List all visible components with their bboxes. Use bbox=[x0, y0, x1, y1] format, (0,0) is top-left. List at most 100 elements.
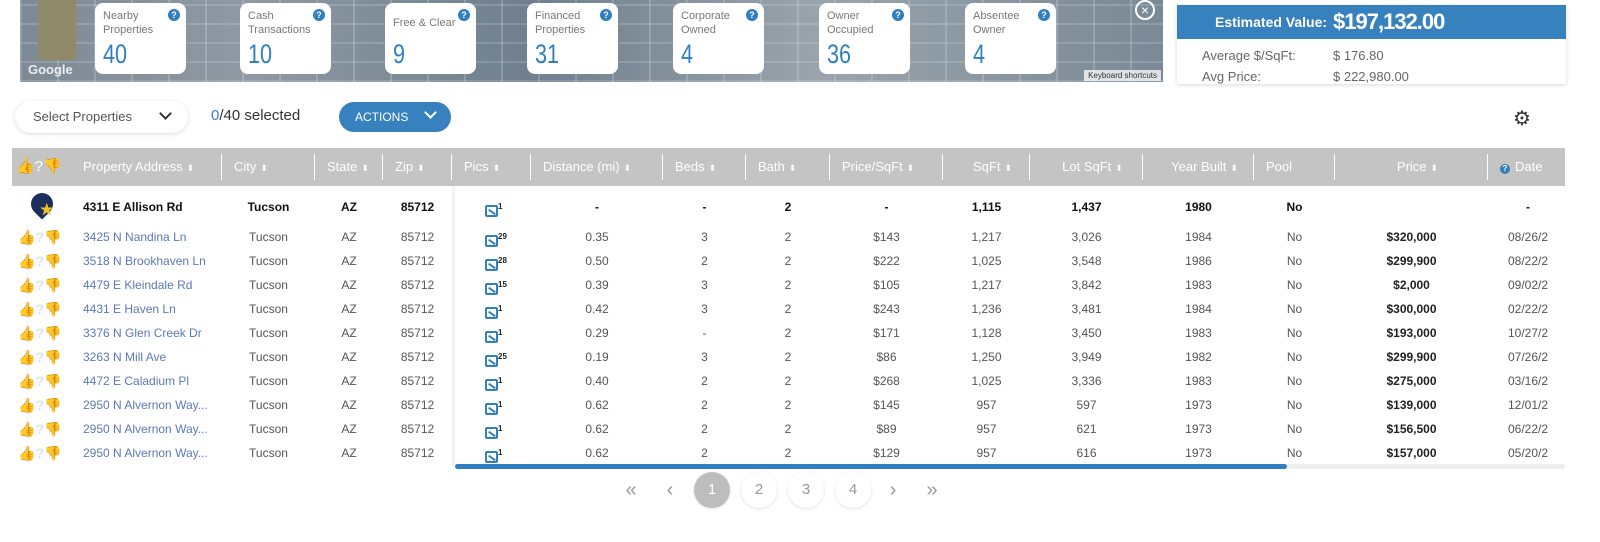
table-row[interactable]: 👍?👎 3263 N Mill Ave Tucson AZ 85712 25 0.19 3 2 $… bbox=[12, 345, 1565, 369]
column-header-bath[interactable]: Bath ⬍ bbox=[746, 148, 830, 186]
cell-address[interactable]: 2950 N Alvernon Way... bbox=[78, 441, 222, 465]
sort-icon[interactable]: ⬍ bbox=[907, 163, 915, 173]
sort-icon[interactable]: ⬍ bbox=[1004, 163, 1012, 173]
keyboard-shortcuts-link[interactable]: Keyboard shortcuts bbox=[1084, 70, 1161, 81]
prev-page-button[interactable]: ‹ bbox=[652, 472, 688, 508]
thumbs-down-icon[interactable]: 👎 bbox=[44, 228, 61, 246]
table-row[interactable]: 👍?👎 3518 N Brookhaven Ln Tucson AZ 85712 28 0.… bbox=[12, 249, 1565, 273]
scrollbar-thumb[interactable] bbox=[455, 464, 1287, 469]
question-icon[interactable]: ? bbox=[35, 324, 44, 342]
sort-icon[interactable]: ⬍ bbox=[493, 163, 501, 173]
table-row[interactable]: 👍?👎 2950 N Alvernon Way... Tucson AZ 85712 1 0… bbox=[12, 393, 1565, 417]
first-page-button[interactable]: « bbox=[613, 472, 649, 508]
cell-address[interactable]: 3425 N Nandina Ln bbox=[78, 225, 222, 249]
thumbs-down-icon[interactable]: 👎 bbox=[44, 276, 61, 294]
close-icon[interactable]: × bbox=[1135, 0, 1155, 20]
photos-link[interactable]: 1 bbox=[452, 321, 531, 345]
sort-icon[interactable]: ⬍ bbox=[1230, 163, 1238, 173]
column-header-sqft[interactable]: SqFt ⬍ bbox=[943, 148, 1030, 186]
column-header-price-sqft[interactable]: Price/SqFt ⬍ bbox=[830, 148, 943, 186]
help-icon[interactable]: ? bbox=[892, 9, 904, 21]
thumbs-up-icon[interactable]: 👍 bbox=[18, 252, 35, 270]
cell-address[interactable]: 3263 N Mill Ave bbox=[78, 345, 222, 369]
page-3-button[interactable]: 3 bbox=[788, 472, 824, 508]
table-row[interactable]: 👍?👎 3425 N Nandina Ln Tucson AZ 85712 29 0.35 3… bbox=[12, 225, 1565, 249]
column-header-state[interactable]: State ⬍ bbox=[315, 148, 383, 186]
select-properties-dropdown[interactable]: Select Properties bbox=[15, 101, 188, 133]
help-icon[interactable]: ? bbox=[168, 9, 180, 21]
help-icon[interactable]: ? bbox=[600, 9, 612, 21]
table-row[interactable]: 👍?👎 4431 E Haven Ln Tucson AZ 85712 1 0.42 3 2 $2… bbox=[12, 297, 1565, 321]
table-row[interactable]: 👍?👎 2950 N Alvernon Way... Tucson AZ 85712 1 0… bbox=[12, 441, 1565, 465]
thumbs-down-icon[interactable]: 👎 bbox=[44, 324, 61, 342]
cell-address[interactable]: 3376 N Glen Creek Dr bbox=[78, 321, 222, 345]
help-icon[interactable]: ? bbox=[1038, 9, 1050, 21]
photos-link[interactable]: 1 bbox=[452, 393, 531, 417]
cell-address[interactable]: 4431 E Haven Ln bbox=[78, 297, 222, 321]
help-icon[interactable]: ? bbox=[746, 9, 758, 21]
sort-icon[interactable]: ⬍ bbox=[260, 163, 268, 173]
stat-card[interactable]: Owner Occupied 36? bbox=[819, 3, 910, 74]
question-icon[interactable]: ? bbox=[35, 300, 44, 318]
cell-address[interactable]: 2950 N Alvernon Way... bbox=[78, 417, 222, 441]
page-2-button[interactable]: 2 bbox=[741, 472, 777, 508]
actions-button[interactable]: ACTIONS bbox=[339, 102, 451, 132]
stat-card[interactable]: Corporate Owned 4? bbox=[673, 3, 764, 74]
column-header-year-built[interactable]: Year Built ⬍ bbox=[1143, 148, 1254, 186]
thumbs-up-icon[interactable]: 👍 bbox=[18, 444, 35, 462]
sort-icon[interactable]: ⬍ bbox=[789, 163, 797, 173]
photos-link[interactable]: 1 bbox=[452, 297, 531, 321]
cell-address[interactable]: 2950 N Alvernon Way... bbox=[78, 393, 222, 417]
question-icon[interactable]: ? bbox=[35, 276, 44, 294]
thumbs-up-icon[interactable]: 👍 bbox=[18, 348, 35, 366]
photos-link[interactable]: 25 bbox=[452, 345, 531, 369]
column-header-lot-sqft[interactable]: Lot SqFt ⬍ bbox=[1030, 148, 1143, 186]
stat-card[interactable]: Nearby Properties 40? bbox=[95, 3, 186, 74]
question-icon[interactable]: ? bbox=[35, 396, 44, 414]
thumbs-down-icon[interactable]: 👎 bbox=[44, 372, 61, 390]
photos-link[interactable]: 1 bbox=[452, 417, 531, 441]
thumbs-down-icon[interactable]: 👎 bbox=[44, 348, 61, 366]
table-row[interactable]: 👍?👎 3376 N Glen Creek Dr Tucson AZ 85712 1 0.2… bbox=[12, 321, 1565, 345]
sort-icon[interactable]: ⬍ bbox=[624, 163, 632, 173]
sort-icon[interactable]: ⬍ bbox=[709, 163, 717, 173]
help-icon[interactable]: ? bbox=[458, 9, 470, 21]
question-icon[interactable]: ? bbox=[35, 348, 44, 366]
column-header-zip[interactable]: Zip ⬍ bbox=[383, 148, 452, 186]
question-icon[interactable]: ? bbox=[35, 420, 44, 438]
column-header-date[interactable]: ? Date bbox=[1488, 148, 1568, 186]
thumbs-up-icon[interactable]: 👍 bbox=[18, 228, 35, 246]
stat-card[interactable]: Financed Properties 31? bbox=[527, 3, 618, 74]
column-header-city[interactable]: City ⬍ bbox=[222, 148, 315, 186]
stat-card[interactable]: Absentee Owner 4? bbox=[965, 3, 1056, 74]
column-header-distance-mi[interactable]: Distance (mi) ⬍ bbox=[531, 148, 663, 186]
column-header-pool[interactable]: Pool bbox=[1254, 148, 1335, 186]
sort-icon[interactable]: ⬍ bbox=[187, 163, 195, 173]
question-icon[interactable]: ? bbox=[35, 252, 44, 270]
thumbs-up-icon[interactable]: 👍 bbox=[18, 372, 35, 390]
question-icon[interactable]: ? bbox=[35, 228, 44, 246]
next-page-button[interactable]: › bbox=[875, 472, 911, 508]
horizontal-scrollbar[interactable] bbox=[455, 464, 1565, 469]
photos-link[interactable]: 1 bbox=[452, 441, 531, 465]
photos-link[interactable]: 1 bbox=[452, 189, 531, 225]
column-header-property-address[interactable]: Property Address ⬍ bbox=[78, 148, 222, 186]
page-4-button[interactable]: 4 bbox=[835, 472, 871, 508]
sort-icon[interactable]: ⬍ bbox=[417, 163, 425, 173]
table-row[interactable]: 👍?👎 4479 E Kleindale Rd Tucson AZ 85712 15 0.3… bbox=[12, 273, 1565, 297]
cell-address[interactable]: 4311 E Allison Rd bbox=[78, 189, 222, 225]
thumbs-down-icon[interactable]: 👎 bbox=[44, 300, 61, 318]
thumbs-up-icon[interactable]: 👍 bbox=[18, 420, 35, 438]
thumbs-up-icon[interactable]: 👍 bbox=[18, 300, 35, 318]
column-header-pics[interactable]: Pics ⬍ bbox=[452, 148, 531, 186]
column-header-beds[interactable]: Beds ⬍ bbox=[663, 148, 746, 186]
thumbs-down-icon[interactable]: 👎 bbox=[44, 444, 61, 462]
column-header-price[interactable]: Price ⬍ bbox=[1335, 148, 1488, 186]
last-page-button[interactable]: » bbox=[914, 472, 950, 508]
table-row[interactable]: 👍?👎 4472 E Caladium Pl Tucson AZ 85712 1 0.40 2… bbox=[12, 369, 1565, 393]
thumbs-up-icon[interactable]: 👍 bbox=[18, 324, 35, 342]
question-icon[interactable]: ? bbox=[35, 372, 44, 390]
question-icon[interactable]: ? bbox=[35, 444, 44, 462]
sort-icon[interactable]: ⬍ bbox=[1115, 163, 1123, 173]
cell-address[interactable]: 3518 N Brookhaven Ln bbox=[78, 249, 222, 273]
